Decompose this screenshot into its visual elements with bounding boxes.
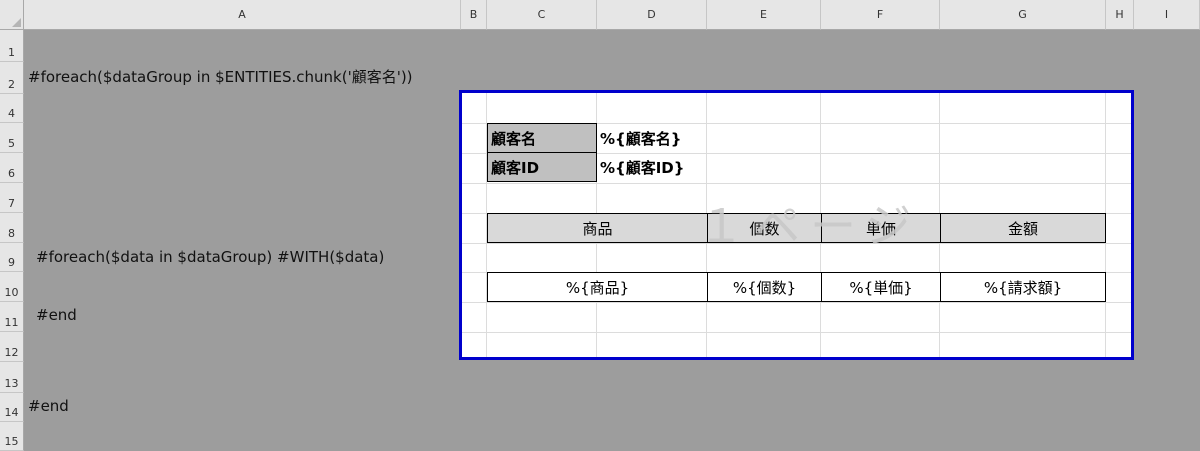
cell-unit-price-placeholder[interactable]: %{単価} [821,272,941,302]
row-header-1[interactable]: 1 [0,30,24,62]
cell-a14-end[interactable]: #end [28,397,69,415]
row-header-8[interactable]: 8 [0,213,24,243]
column-header-b[interactable]: B [461,0,487,30]
customer-id-placeholder[interactable]: %{顧客ID} [597,152,797,182]
cell-product-placeholder[interactable]: %{商品} [487,272,708,302]
page-number-watermark: １ページ [698,199,922,253]
cell-a2-foreach-group[interactable]: #foreach($dataGroup in $ENTITIES.chunk('… [28,66,413,87]
customer-name-placeholder[interactable]: %{顧客名} [597,123,797,153]
gridline [460,183,1133,184]
row-header-9[interactable]: 9 [0,243,24,272]
row-header-7[interactable]: 7 [0,183,24,213]
cell-a11-end[interactable]: #end [36,306,77,324]
row-header-10[interactable]: 10 [0,272,24,302]
customer-name-label[interactable]: 顧客名 [487,123,597,153]
row-header-2[interactable]: 2 [0,62,24,94]
column-header-h[interactable]: H [1106,0,1134,30]
column-header-a[interactable]: A [24,0,461,30]
row-header-4[interactable]: 4 [0,94,24,123]
column-header-e[interactable]: E [707,0,821,30]
column-header-f[interactable]: F [821,0,940,30]
row-header-6[interactable]: 6 [0,153,24,183]
cell-quantity-placeholder[interactable]: %{個数} [707,272,822,302]
column-header-c[interactable]: C [487,0,597,30]
row-header-15[interactable]: 15 [0,422,24,451]
select-all-corner[interactable] [0,0,24,30]
header-product[interactable]: 商品 [487,213,708,243]
column-header-g[interactable]: G [940,0,1106,30]
row-header-5[interactable]: 5 [0,123,24,153]
customer-id-label[interactable]: 顧客ID [487,152,597,182]
cell-amount-placeholder[interactable]: %{請求額} [940,272,1106,302]
column-header-d[interactable]: D [597,0,707,30]
gridline [460,302,1133,303]
cell-a9-foreach-data[interactable]: #foreach($data in $dataGroup) #WITH($dat… [36,248,384,266]
gridline [460,332,1133,333]
column-header-i[interactable]: I [1134,0,1200,30]
row-header-12[interactable]: 12 [0,332,24,362]
row-header-11[interactable]: 11 [0,302,24,332]
row-header-14[interactable]: 14 [0,393,24,422]
row-header-13[interactable]: 13 [0,362,24,393]
header-amount[interactable]: 金額 [940,213,1106,243]
